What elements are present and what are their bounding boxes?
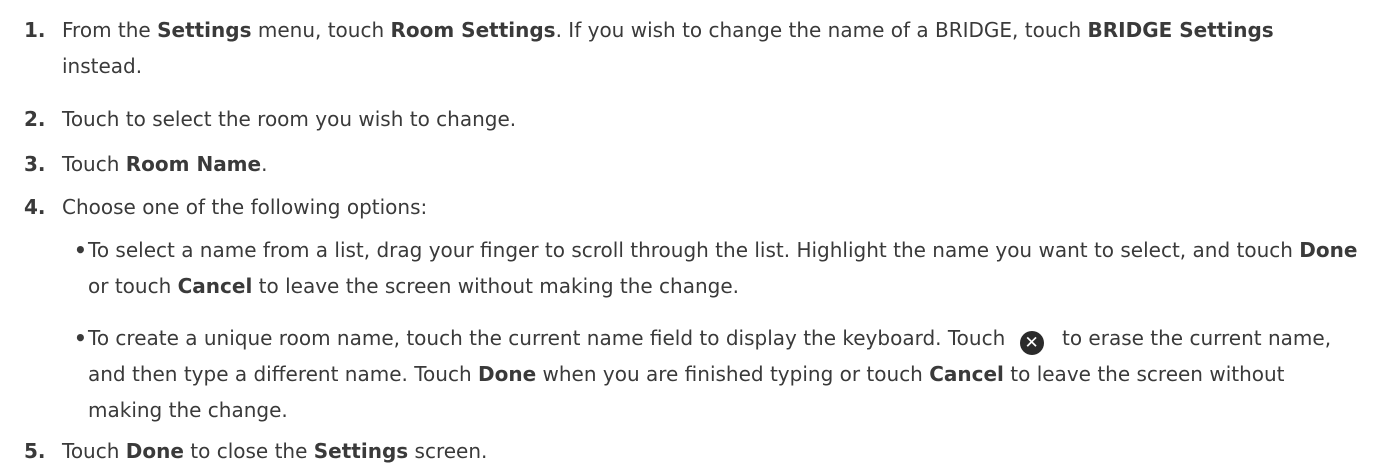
bridge-settings-term: BRIDGE Settings [1087,18,1274,42]
room-name-term: Room Name [125,152,262,176]
step-number: 1. [24,18,46,42]
settings-term: Settings [157,18,252,42]
step-number: 4. [24,195,46,219]
done-term: Done [1299,238,1358,262]
settings-term: Settings [313,439,409,463]
done-term: Done [477,362,537,386]
step-number: 2. [24,107,46,131]
clear-x-circle-icon: ✕ [1019,331,1044,355]
option-text: To select a name from a list, drag your … [88,238,1358,298]
step-text: Choose one of the following options: [62,195,428,219]
cancel-term: Cancel [177,274,253,298]
instructions-document: 1. From the Settings menu, touch Room Se… [0,0,1375,469]
step-text: Touch Room Name. [62,152,268,176]
cancel-term: Cancel [929,362,1004,386]
step-text: From the Settings menu, touch Room Setti… [62,18,1274,78]
bullet: • [74,326,87,350]
step-text: Touch Done to close the Settings screen. [62,439,488,463]
bullet: • [74,238,87,262]
step-number: 3. [24,152,46,176]
option-text: To create a unique room name, touch the … [88,326,1332,422]
done-term: Done [125,439,184,463]
step-number: 5. [24,439,46,463]
room-settings-term: Room Settings [390,18,556,42]
step-text: Touch to select the room you wish to cha… [62,107,517,131]
